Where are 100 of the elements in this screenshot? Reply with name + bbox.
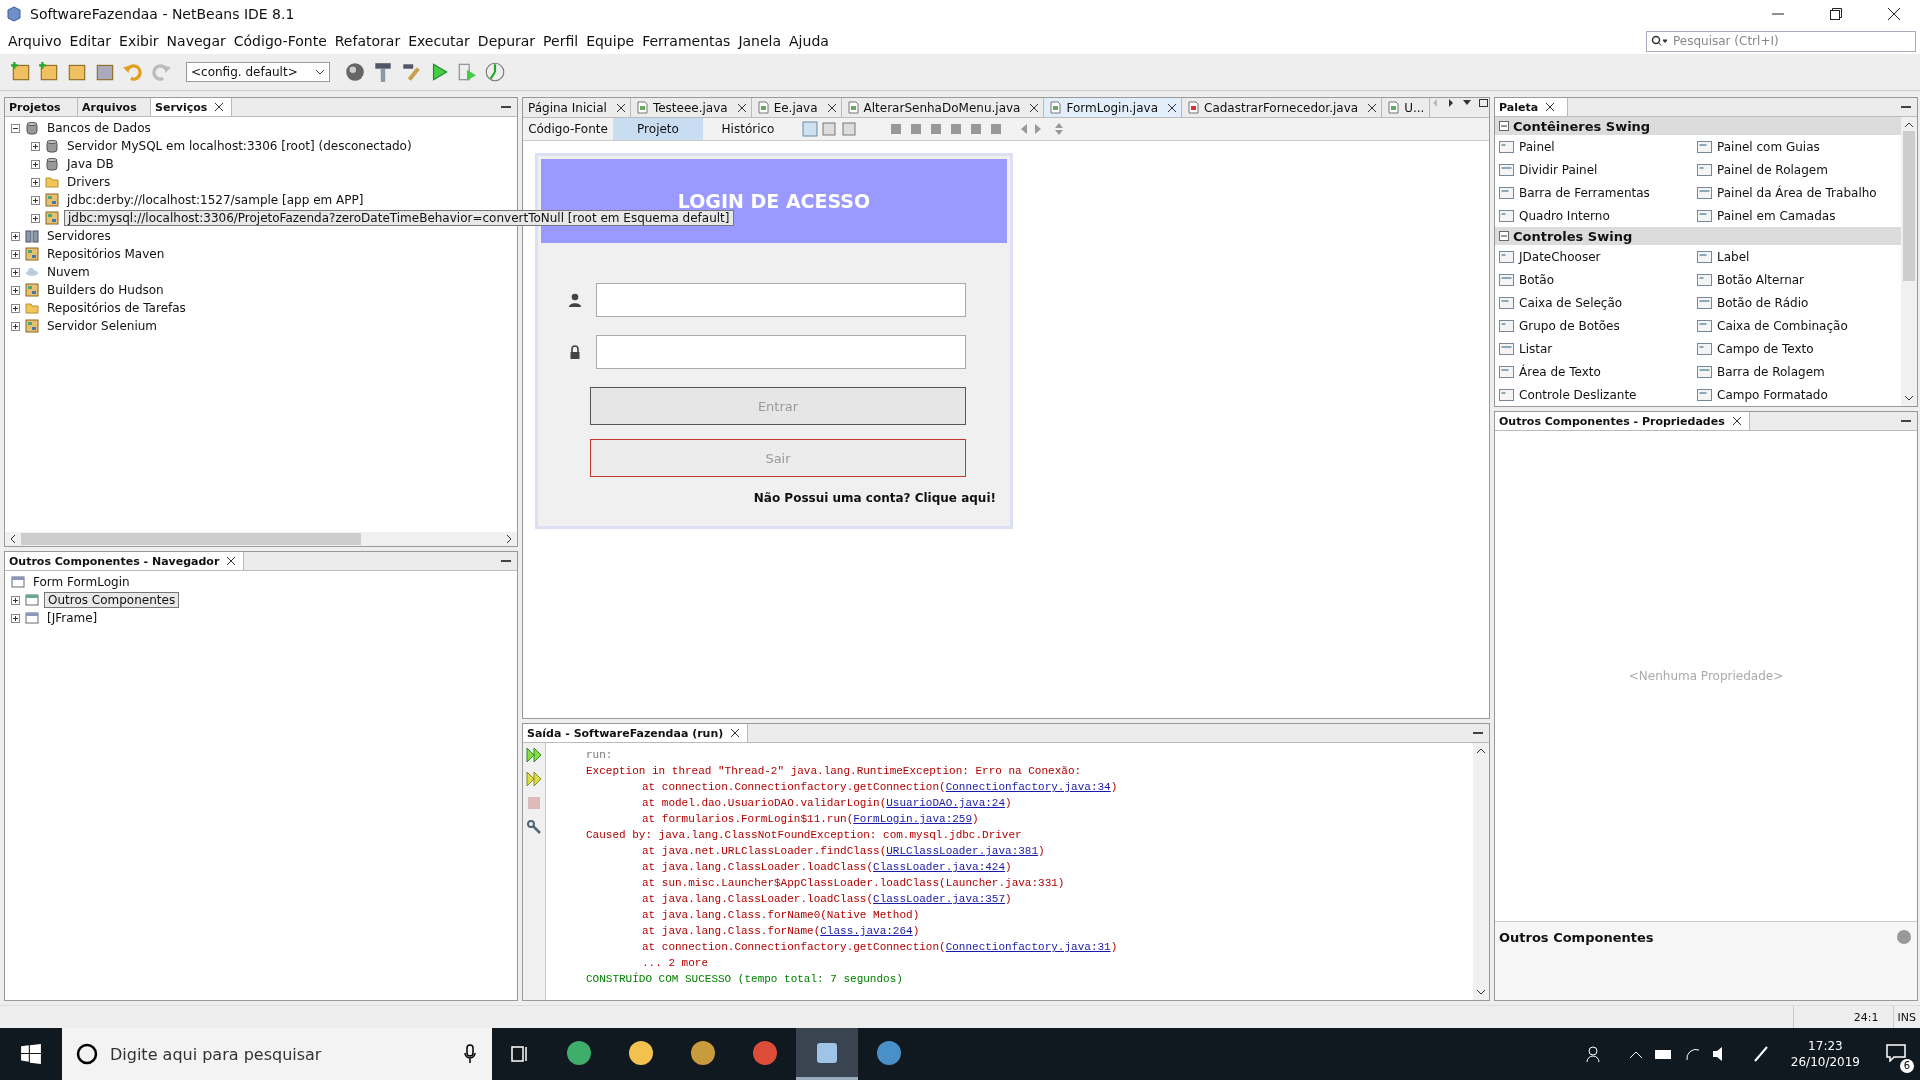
palette-item[interactable]: Painel [1519, 139, 1555, 154]
taskbar-app[interactable] [796, 1028, 858, 1080]
close-icon[interactable] [827, 103, 836, 112]
editor-tab[interactable]: Ee.java [751, 98, 842, 117]
palette-item[interactable]: Dividir Painel [1519, 162, 1598, 177]
view-tab[interactable]: Código-Fonte [523, 118, 613, 140]
expand-icon[interactable] [11, 613, 20, 623]
palette-item[interactable]: Label [1717, 249, 1750, 264]
help-icon[interactable] [1897, 930, 1911, 944]
new-project-icon[interactable] [38, 61, 60, 83]
scroll-down-icon[interactable] [1904, 394, 1914, 402]
close-icon[interactable] [1168, 103, 1176, 112]
tab-navigation-icon[interactable] [1431, 98, 1489, 108]
editor-tab[interactable]: AlterarSenhaDoMenu.java [841, 98, 1045, 117]
password-field[interactable] [596, 335, 966, 369]
globe-icon[interactable] [344, 61, 366, 83]
scrollbar-thumb[interactable] [21, 533, 361, 545]
source-link[interactable]: FormLogin.java:259 [853, 813, 973, 825]
expand-icon[interactable] [31, 141, 40, 151]
menu-item[interactable]: Arquivo [4, 33, 66, 49]
palette-item[interactable]: Quadro Interno [1519, 208, 1610, 223]
palette-item[interactable]: Painel da Área de Trabalho [1717, 185, 1877, 200]
palette-item[interactable]: Caixa de Seleção [1519, 295, 1623, 310]
palette-item[interactable]: Caixa de Combinação [1717, 318, 1848, 333]
menu-item[interactable]: Código-Fonte [229, 33, 331, 49]
expand-icon[interactable] [31, 213, 40, 223]
menu-item[interactable]: Ajuda [785, 33, 833, 49]
close-icon[interactable] [1888, 8, 1900, 20]
panel-tab[interactable]: Paleta [1495, 98, 1568, 116]
source-link[interactable]: Connectionfactory.java:34 [945, 781, 1111, 793]
editor-tab[interactable]: U... [1382, 98, 1431, 117]
username-field[interactable] [596, 283, 966, 317]
palette-item[interactable]: Botão Alternar [1717, 272, 1805, 287]
settings-icon[interactable] [526, 819, 542, 835]
editor-tab[interactable]: FormLogin.java [1044, 98, 1182, 117]
palette-item[interactable]: Barra de Ferramentas [1519, 185, 1650, 200]
palette-item[interactable]: Painel em Camadas [1717, 208, 1836, 223]
close-icon[interactable] [1368, 103, 1377, 112]
menu-item[interactable]: Editar [65, 33, 116, 49]
close-icon[interactable] [737, 103, 746, 112]
palette-category[interactable]: Controles Swing [1495, 227, 1901, 245]
microphone-icon[interactable] [464, 1044, 476, 1064]
source-link[interactable]: UsuarioDAO.java:24 [886, 797, 1006, 809]
clock-time[interactable]: 17:23 [1808, 1039, 1843, 1053]
menu-item[interactable]: Ferramentas [638, 33, 735, 49]
taskbar-search-field[interactable]: Digite aqui para pesquisar [62, 1028, 492, 1080]
tree-item[interactable]: Drivers [64, 175, 114, 189]
source-link[interactable]: URLClassLoader.java:381 [886, 845, 1039, 857]
editor-tab[interactable]: Página Inicial [523, 98, 631, 117]
rerun-icon[interactable] [526, 771, 542, 787]
palette-item[interactable]: Painel de Rolagem [1717, 162, 1828, 177]
scroll-up-icon[interactable] [1904, 121, 1914, 129]
menu-item[interactable]: Depurar [473, 33, 540, 49]
scroll-right-icon[interactable] [505, 534, 513, 544]
expand-icon[interactable] [31, 159, 40, 169]
restore-icon[interactable] [1830, 8, 1842, 20]
windows-icon[interactable] [20, 1043, 42, 1065]
panel-tab[interactable]: Saída - SoftwareFazendaa (run) [523, 724, 749, 742]
menu-item[interactable]: Janela [734, 33, 786, 49]
palette-item[interactable]: Listar [1519, 341, 1553, 356]
view-tab[interactable]: Histórico [703, 118, 793, 140]
menu-item[interactable]: Executar [404, 33, 474, 49]
clock-date[interactable]: 26/10/2019 [1790, 1055, 1860, 1069]
tree-item[interactable]: [JFrame] [44, 611, 101, 625]
expand-icon[interactable] [11, 231, 20, 241]
expand-icon[interactable] [31, 177, 40, 187]
expand-icon[interactable] [11, 285, 20, 295]
expand-icon[interactable] [11, 249, 20, 259]
source-link[interactable]: ClassLoader.java:424 [873, 861, 1006, 873]
minimize-icon[interactable] [1901, 419, 1911, 423]
tree-item[interactable]: Servidor MySQL em localhost:3306 [root] (desconectado) [64, 139, 415, 153]
palette-item[interactable]: Botão de Rádio [1717, 295, 1809, 310]
menu-item[interactable]: Perfil [539, 33, 583, 49]
expand-icon[interactable] [11, 267, 20, 277]
panel-tab[interactable]: Serviços [151, 98, 233, 116]
expand-icon[interactable] [11, 595, 20, 605]
tree-item[interactable]: Servidores [44, 229, 114, 243]
expand-icon[interactable] [11, 303, 20, 313]
config-dropdown[interactable]: <config. default> [186, 62, 330, 82]
source-link[interactable]: Class.java:264 [820, 925, 913, 937]
collapse-icon[interactable] [11, 123, 20, 133]
scrollbar-thumb[interactable] [1903, 131, 1915, 281]
palette-item[interactable]: Campo Formatado [1717, 387, 1828, 402]
tree-item[interactable]: jdbc:derby://localhost:1527/sample [app em APP] [64, 193, 367, 207]
close-icon[interactable] [215, 103, 224, 111]
palette-item[interactable]: Barra de Rolagem [1717, 364, 1825, 379]
close-icon[interactable] [1030, 103, 1039, 112]
menu-item[interactable]: Exibir [115, 33, 163, 49]
hammer-icon[interactable] [372, 61, 394, 83]
signup-link[interactable]: Não Possui uma conta? Clique aqui! [753, 491, 996, 505]
tree-item[interactable]: Form FormLogin [30, 575, 133, 589]
palette-item[interactable]: Grupo de Botões [1519, 318, 1620, 333]
profile-icon[interactable] [484, 61, 506, 83]
menu-item[interactable]: Refatorar [330, 33, 405, 49]
search-field[interactable]: Pesquisar (Ctrl+I) [1646, 30, 1916, 52]
notification-icon[interactable] [1886, 1043, 1906, 1062]
new-file-icon[interactable] [10, 61, 32, 83]
palette-item[interactable]: JDateChooser [1519, 249, 1601, 264]
scroll-up-icon[interactable] [1476, 747, 1486, 755]
menu-item[interactable]: Navegar [162, 33, 230, 49]
